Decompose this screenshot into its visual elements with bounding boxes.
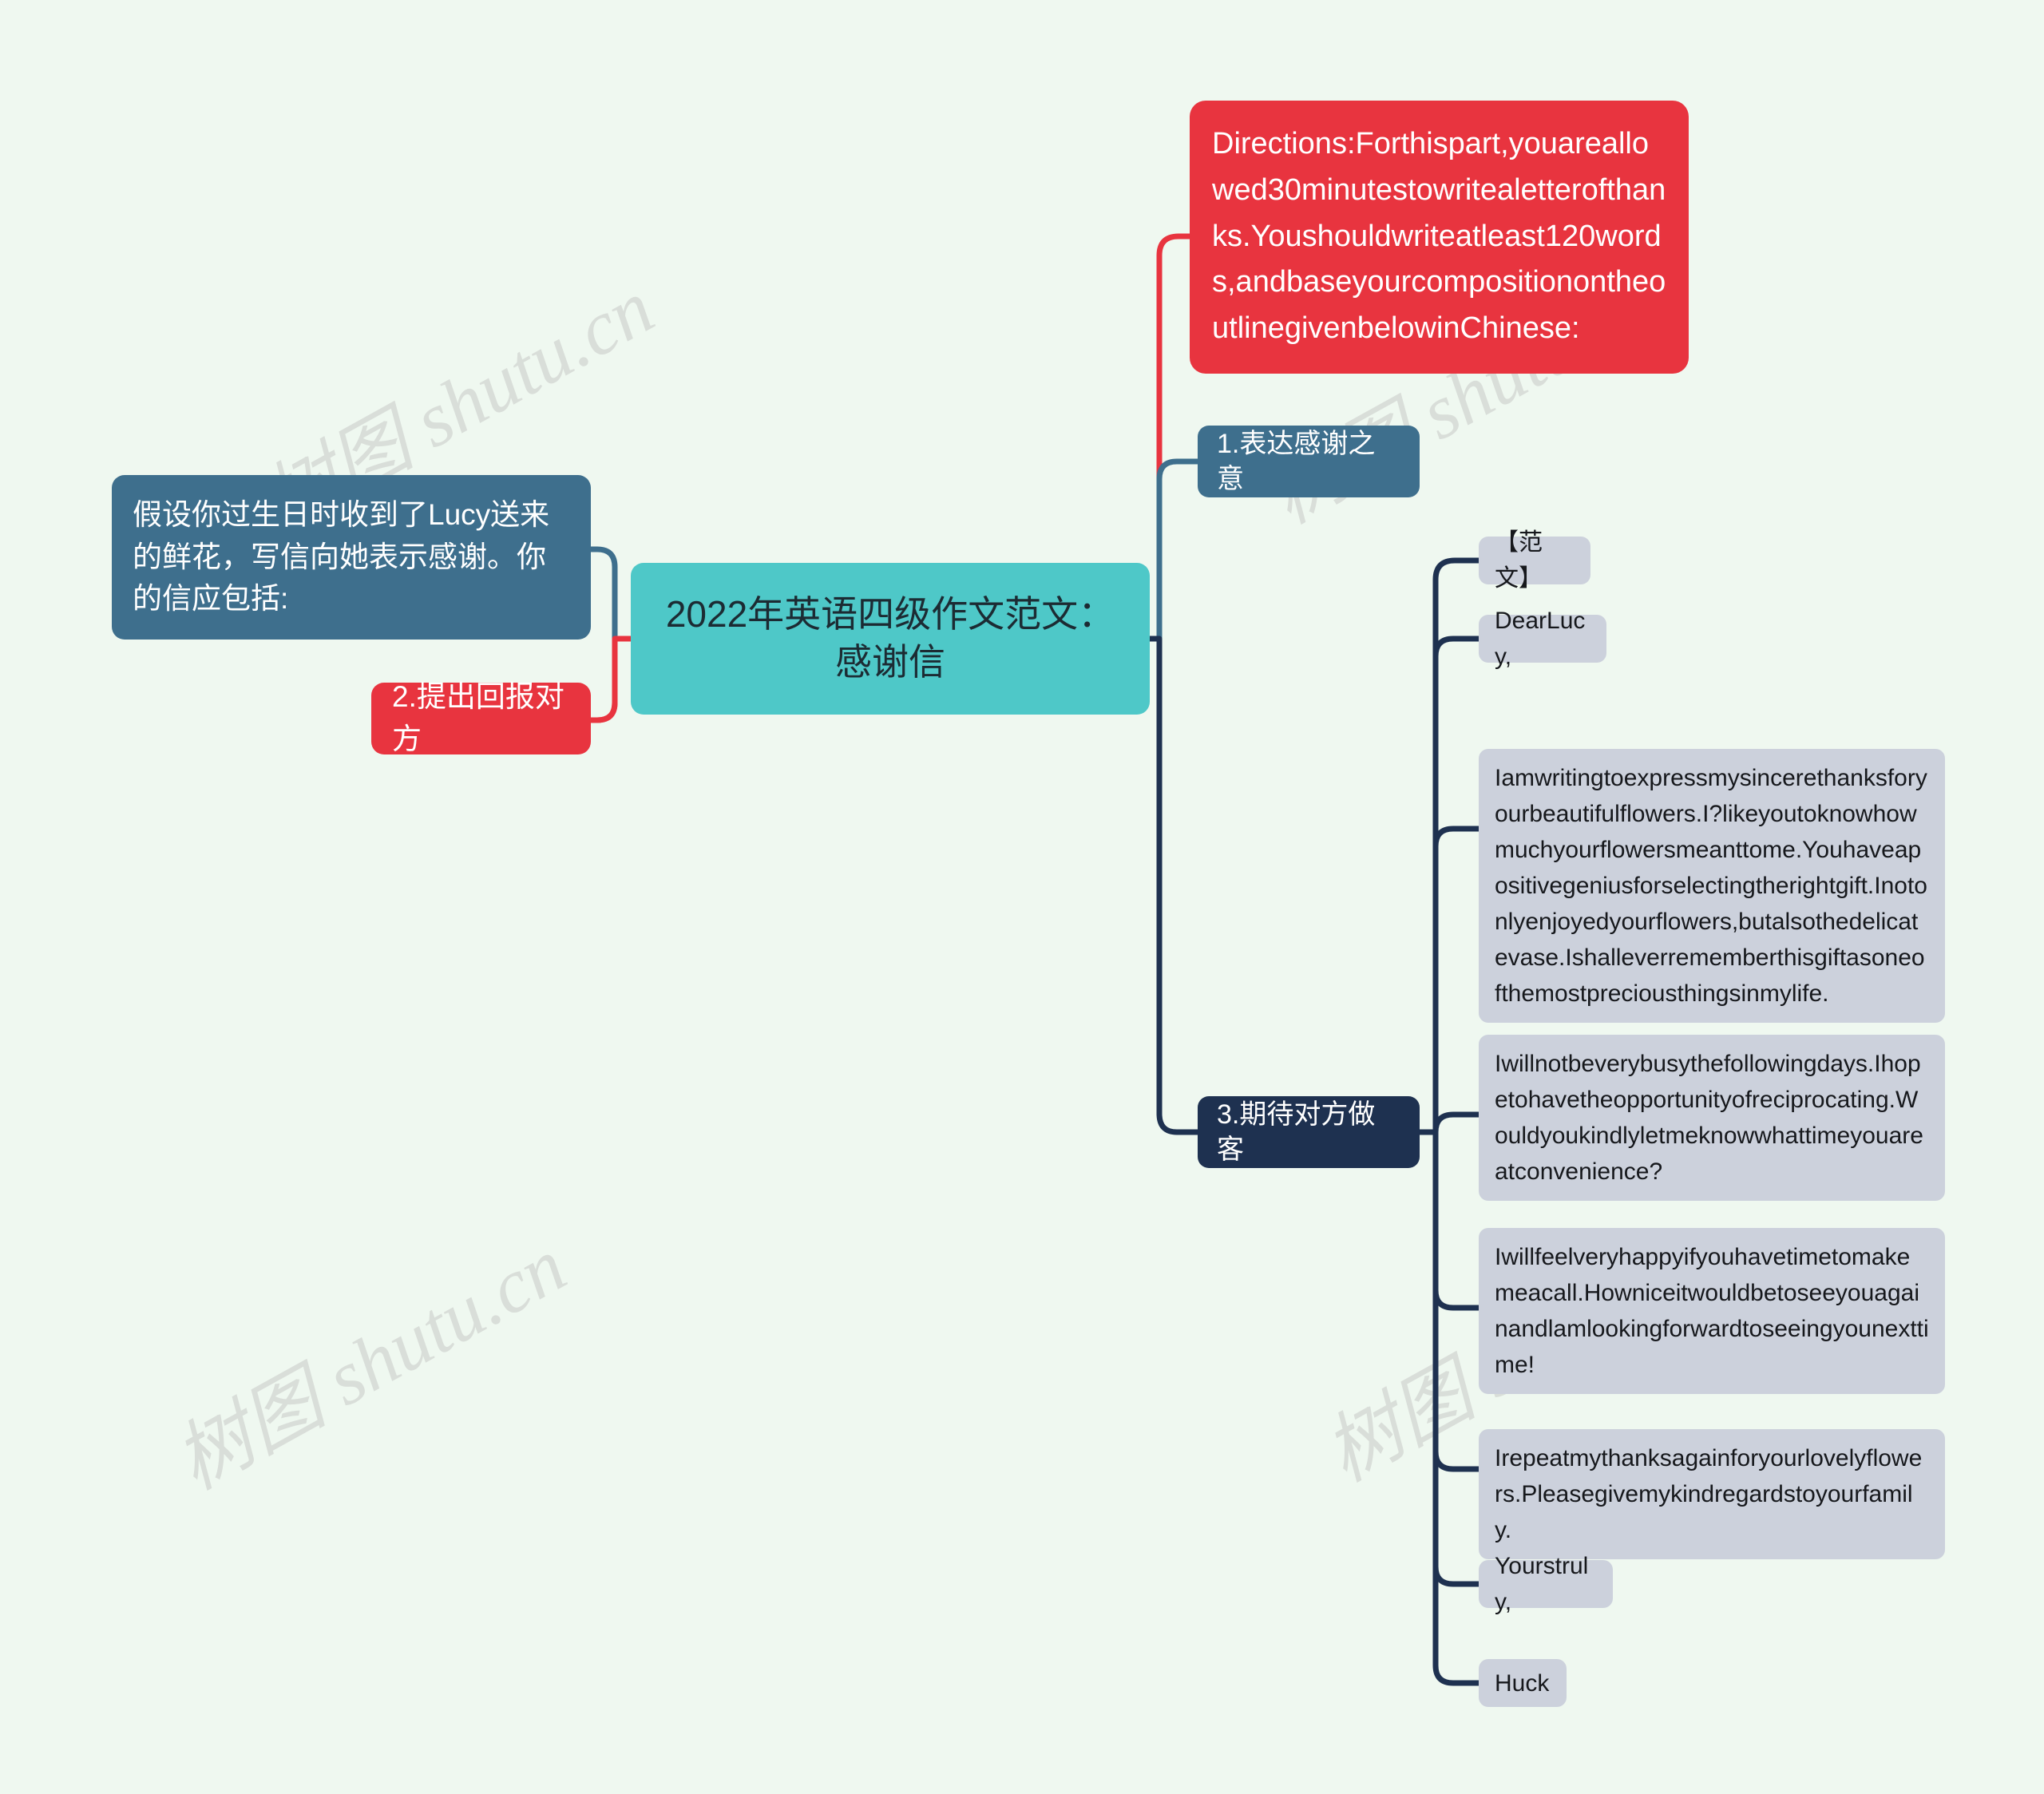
node-assumption-label: 假设你过生日时收到了Lucy送来的鲜花，写信向她表示感谢。你的信应包括: bbox=[133, 498, 550, 616]
node-closing[interactable]: Yourstruly, bbox=[1479, 1553, 1613, 1615]
node-para-3-label: Iwillfeelveryhappyifyouhavetimetomakemea… bbox=[1495, 1244, 1929, 1378]
node-para-4[interactable]: Irepeatmythanksagainforyourlovelyflowers… bbox=[1479, 1429, 1945, 1559]
node-directions-label: Directions:Forthispart,youareallowed30mi… bbox=[1212, 127, 1666, 345]
node-signature[interactable]: Huck bbox=[1479, 1659, 1567, 1707]
node-para-3[interactable]: Iwillfeelveryhappyifyouhavetimetomakemea… bbox=[1479, 1228, 1945, 1394]
node-para-1-label: Iamwritingtoexpressmysincerethanksforyou… bbox=[1495, 765, 1927, 1007]
node-point-3-label: 3.期待对方做客 bbox=[1217, 1099, 1376, 1165]
node-point-3[interactable]: 3.期待对方做客 bbox=[1198, 1096, 1420, 1168]
node-para-2[interactable]: Iwillnotbeverybusythefollowingdays.Ihope… bbox=[1479, 1035, 1945, 1201]
node-para-1[interactable]: Iamwritingtoexpressmysincerethanksforyou… bbox=[1479, 749, 1945, 1023]
node-root-label: 2022年英语四级作文范文：感谢信 bbox=[665, 593, 1115, 683]
node-signature-label: Huck bbox=[1495, 1669, 1550, 1697]
node-closing-label: Yourstruly, bbox=[1495, 1553, 1589, 1615]
node-salutation-label: DearLucy, bbox=[1495, 608, 1586, 670]
node-root[interactable]: 2022年英语四级作文范文：感谢信 bbox=[631, 563, 1150, 715]
node-point-2-label: 2.提出回报对方 bbox=[392, 680, 564, 755]
node-sample-heading[interactable]: 【范文】 bbox=[1479, 529, 1590, 592]
watermark: 树图 shutu.cn bbox=[161, 1222, 580, 1506]
node-directions[interactable]: Directions:Forthispart,youareallowed30mi… bbox=[1190, 101, 1689, 374]
node-salutation[interactable]: DearLucy, bbox=[1479, 608, 1606, 670]
node-point-1[interactable]: 1.表达感谢之意 bbox=[1198, 426, 1420, 497]
node-point-2[interactable]: 2.提出回报对方 bbox=[371, 680, 591, 755]
node-para-2-label: Iwillnotbeverybusythefollowingdays.Ihope… bbox=[1495, 1051, 1923, 1185]
node-sample-heading-label: 【范文】 bbox=[1495, 529, 1543, 592]
node-point-1-label: 1.表达感谢之意 bbox=[1217, 428, 1376, 494]
mindmap-canvas: 树图 shutu.cn 树图 shutu.cn 树图 shutu.cn 树图 s… bbox=[0, 0, 2044, 1794]
node-para-4-label: Irepeatmythanksagainforyourlovelyflowers… bbox=[1495, 1445, 1923, 1543]
node-assumption[interactable]: 假设你过生日时收到了Lucy送来的鲜花，写信向她表示感谢。你的信应包括: bbox=[112, 475, 591, 640]
